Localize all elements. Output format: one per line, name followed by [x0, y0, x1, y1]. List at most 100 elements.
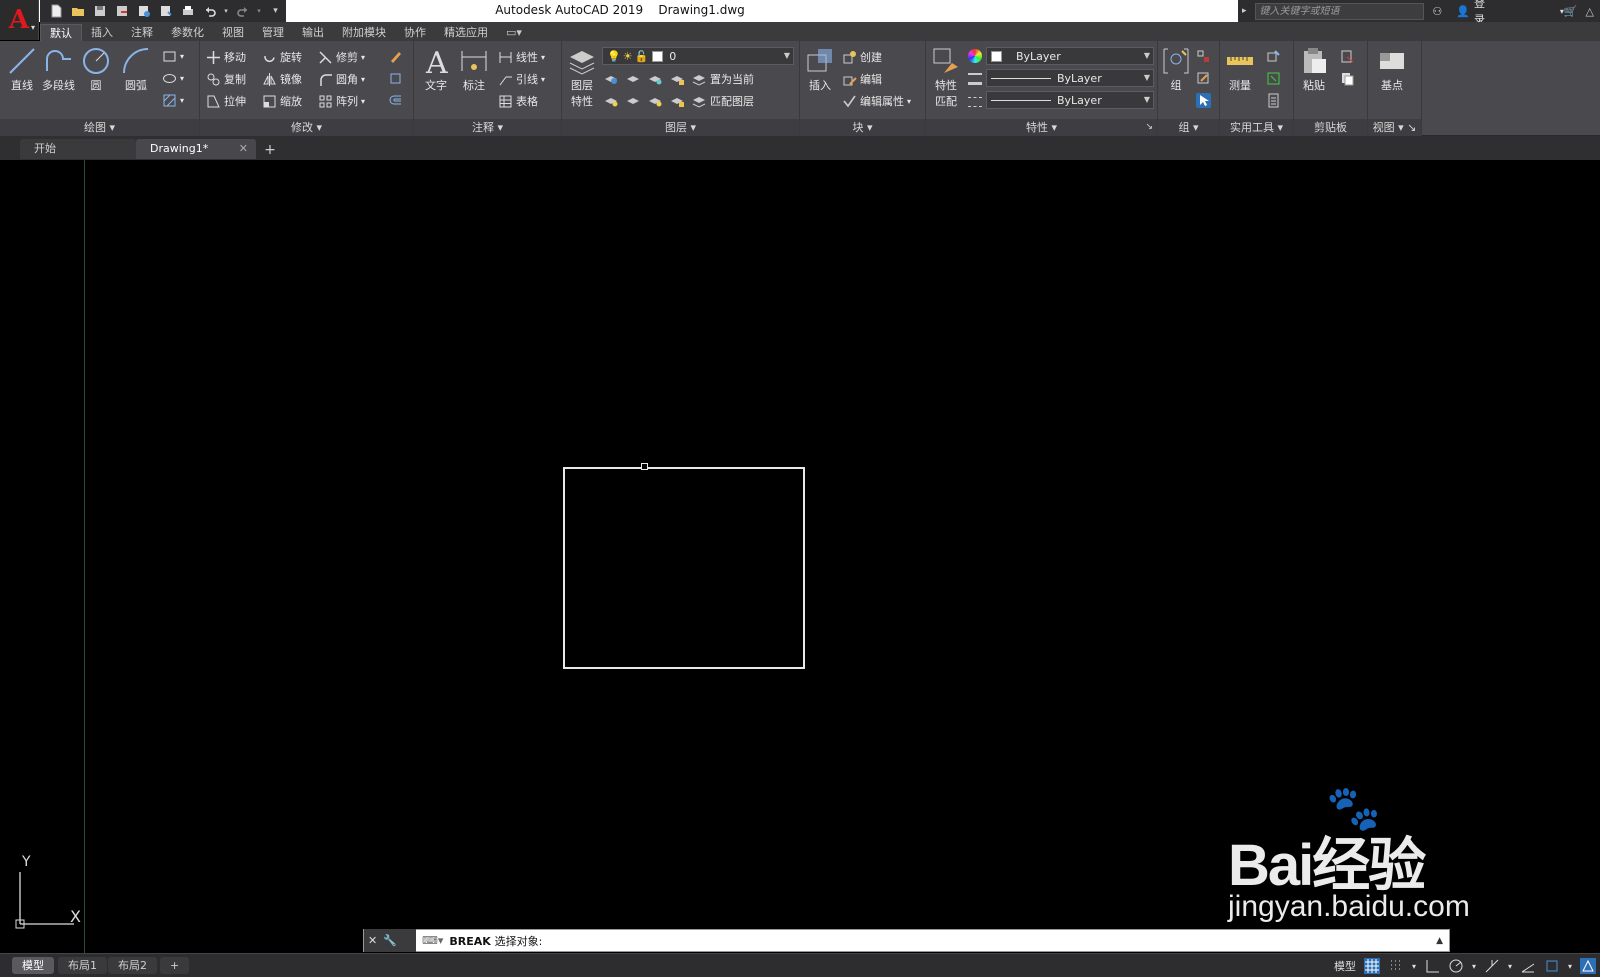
lineweight-dropdown[interactable]: ByLayer ▼ — [986, 69, 1154, 87]
create-block-button[interactable]: 创建 — [842, 49, 882, 65]
panel-utilities-footer[interactable]: 实用工具 ▾ — [1220, 119, 1293, 136]
drawn-rectangle[interactable] — [563, 467, 805, 669]
polar-icon[interactable] — [1448, 958, 1464, 974]
group-select-button[interactable] — [1196, 93, 1211, 108]
group-edit-button[interactable] — [1196, 71, 1211, 86]
chevron-down-icon[interactable]: ▾ — [1412, 962, 1416, 971]
insert-block-button[interactable]: 插入 — [804, 45, 836, 93]
select-all-button[interactable] — [1266, 71, 1281, 86]
layer-isolate-button[interactable] — [626, 71, 641, 86]
layer-off-button[interactable] — [604, 71, 619, 86]
circle-button[interactable]: 圆 — [80, 45, 112, 93]
selection-grip[interactable] — [641, 463, 648, 470]
erase-button[interactable] — [388, 49, 403, 64]
quick-select-button[interactable] — [1266, 49, 1281, 64]
offset-button[interactable] — [388, 93, 403, 108]
object-snap-icon[interactable] — [1544, 958, 1560, 974]
paste-button[interactable]: 粘贴 — [1298, 45, 1330, 93]
fillet-button[interactable]: 圆角 ▾ — [318, 71, 365, 87]
tab-collaborate[interactable]: 协作 — [395, 24, 435, 41]
dimension-button[interactable]: 标注 — [458, 45, 490, 93]
osnap-tracking-icon[interactable] — [1484, 958, 1500, 974]
copy-clip-button[interactable] — [1340, 71, 1355, 86]
tab-featured-apps[interactable]: 精选应用 — [435, 24, 497, 41]
grid-icon[interactable] — [1363, 958, 1380, 974]
application-menu-button[interactable]: A ▾ — [0, 0, 39, 40]
dialog-launcher-icon[interactable]: ↘ — [1145, 119, 1153, 136]
panel-draw-footer[interactable]: 绘图 ▾ — [0, 119, 199, 136]
mirror-button[interactable]: 镜像 — [262, 71, 302, 87]
layer-properties-button[interactable]: 图层 特性 — [566, 45, 598, 109]
panel-view-footer[interactable]: 视图 ▾ ↘ — [1368, 119, 1421, 136]
edit-block-button[interactable]: 编辑 — [842, 71, 882, 87]
linear-dim-button[interactable]: 线性 ▾ — [498, 49, 545, 65]
linetype-dropdown[interactable]: ByLayer ▼ — [986, 91, 1154, 109]
layer-on-button[interactable] — [604, 93, 619, 108]
move-button[interactable]: 移动 — [206, 49, 246, 65]
tab-view[interactable]: 视图 — [213, 24, 253, 41]
add-layout-button[interactable]: + — [160, 957, 190, 974]
chevron-down-icon[interactable]: ▾ — [1508, 962, 1512, 971]
color-dropdown[interactable]: ByLayer ▼ — [986, 47, 1154, 65]
stretch-button[interactable]: 拉伸 — [206, 93, 246, 109]
panel-modify-footer[interactable]: 修改 ▾ — [200, 119, 413, 136]
model-space-button[interactable]: 模型 — [1334, 958, 1356, 974]
chevron-down-icon[interactable]: ▾ — [1472, 962, 1476, 971]
tab-addins[interactable]: 附加模块 — [333, 24, 395, 41]
layer-lock-button[interactable] — [670, 71, 685, 86]
layer-freeze-button[interactable] — [648, 71, 663, 86]
rotate-button[interactable]: 旋转 — [262, 49, 302, 65]
arc-button[interactable]: 圆弧 — [120, 45, 152, 93]
polyline-button[interactable]: 多段线 — [42, 45, 75, 93]
layout-tab-2[interactable]: 布局2 — [108, 957, 157, 974]
layer-unlock-button[interactable] — [670, 93, 685, 108]
array-button[interactable]: 阵列 ▾ — [318, 93, 365, 109]
panel-clipboard-footer[interactable]: 剪贴板 — [1294, 119, 1367, 136]
tab-manage[interactable]: 管理 — [253, 24, 293, 41]
ungroup-button[interactable] — [1196, 49, 1211, 64]
trim-button[interactable]: 修剪 ▾ — [318, 49, 365, 65]
measure-button[interactable]: 测量 — [1224, 45, 1256, 93]
isometric-icon[interactable] — [1520, 958, 1536, 974]
search-expand-icon[interactable]: ▸ — [1242, 6, 1247, 16]
explode-button[interactable] — [388, 71, 403, 86]
snap-icon[interactable] — [1388, 958, 1404, 974]
table-button[interactable]: 表格 — [498, 93, 538, 109]
ellipse-button[interactable]: ▾ — [162, 71, 184, 86]
panel-properties-footer[interactable]: 特性 ▾ ↘ — [926, 119, 1157, 136]
command-history-icon[interactable]: ▲ — [1436, 936, 1443, 946]
binoculars-icon[interactable]: ⚇ — [1432, 5, 1442, 18]
chevron-down-icon[interactable]: ▾ — [1568, 962, 1572, 971]
text-button[interactable]: A 文字 — [420, 45, 452, 93]
panel-annotation-footer[interactable]: 注释 ▾ — [414, 119, 561, 136]
tab-parametric[interactable]: 参数化 — [162, 24, 213, 41]
panel-block-footer[interactable]: 块 ▾ — [800, 119, 925, 136]
new-tab-button[interactable]: + — [262, 142, 278, 158]
panel-layers-footer[interactable]: 图层 ▾ — [562, 119, 799, 136]
drawing-canvas[interactable]: Y X 🐾 Bai经验 jingyan.baidu.com — [0, 160, 1600, 953]
wrench-icon[interactable]: 🔧 — [383, 934, 397, 947]
copy-button[interactable]: 复制 — [206, 71, 246, 87]
layer-unisolate-button[interactable] — [626, 93, 641, 108]
cart-icon[interactable]: 🛒 — [1564, 5, 1578, 18]
annotation-visibility-icon[interactable] — [1580, 958, 1596, 974]
tab-output[interactable]: 输出 — [293, 24, 333, 41]
tab-drawing1[interactable]: Drawing1* ✕ — [136, 139, 256, 159]
panel-groups-footer[interactable]: 组 ▾ — [1158, 119, 1219, 136]
leader-button[interactable]: 引线 ▾ — [498, 71, 545, 87]
scale-button[interactable]: 缩放 — [262, 93, 302, 109]
layer-dropdown[interactable]: 💡 ☀ 🔓 0 ▼ — [602, 47, 794, 65]
layer-thaw-button[interactable] — [648, 93, 663, 108]
tab-start[interactable]: 开始 — [20, 139, 136, 159]
set-current-button[interactable]: 置为当前 — [692, 71, 754, 87]
tab-home[interactable]: 默认 — [40, 24, 82, 41]
line-button[interactable]: 直线 — [6, 45, 38, 93]
layout-tab-model[interactable]: 模型 — [12, 957, 54, 974]
help-icon[interactable]: △ — [1586, 5, 1594, 18]
hatch-button[interactable]: ▾ — [162, 93, 184, 108]
ribbon-minimize-toggle[interactable]: ▭▾ — [497, 24, 531, 41]
rectangle-button[interactable]: ▾ — [162, 49, 184, 64]
layout-tab-1[interactable]: 布局1 — [58, 957, 107, 974]
cut-button[interactable] — [1340, 49, 1355, 64]
search-input[interactable]: 键入关键字或短语 — [1254, 2, 1425, 20]
